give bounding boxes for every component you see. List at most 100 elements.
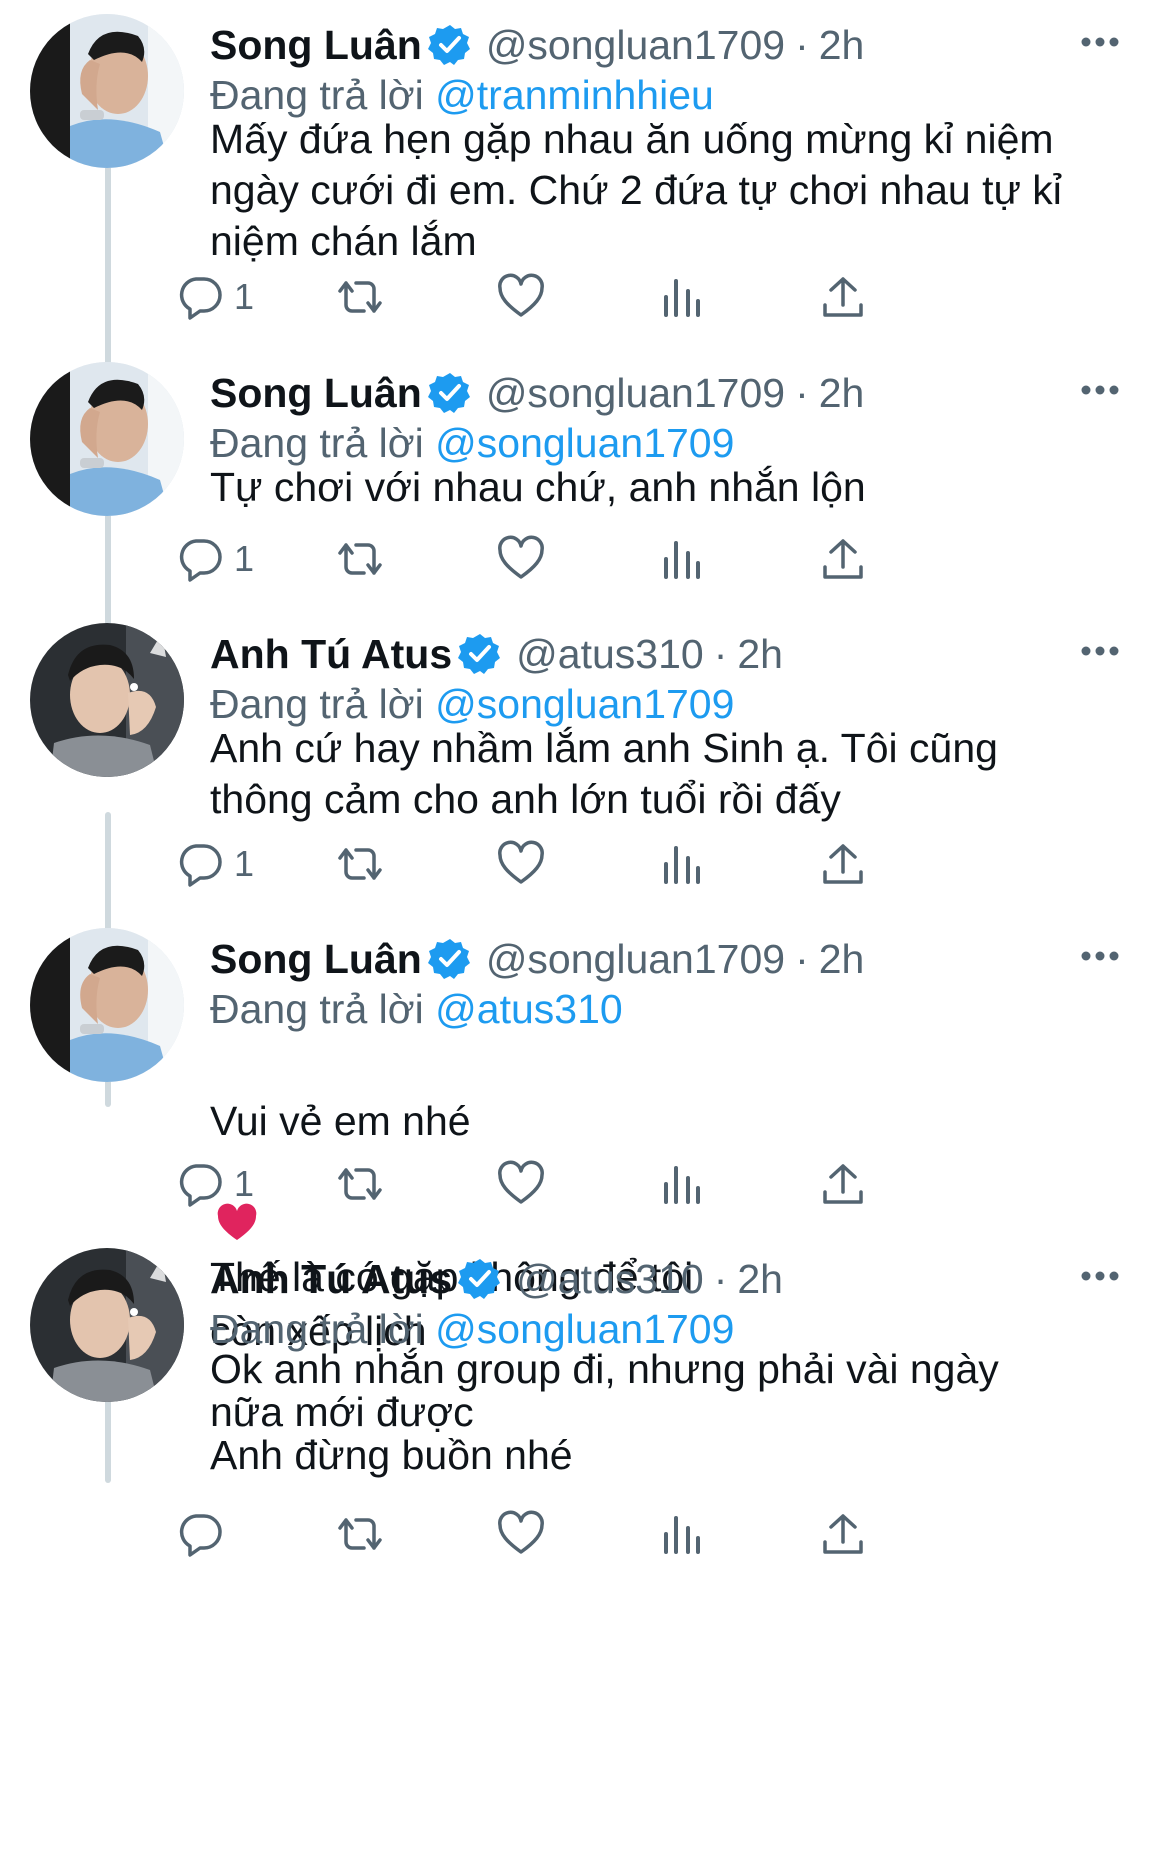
mention-link[interactable]: @tranminhhieu [435, 72, 714, 118]
share-button[interactable] [819, 1154, 867, 1214]
avatar[interactable] [30, 1248, 184, 1402]
tweet-text-part: Vui vẻ em nhé [210, 1098, 471, 1144]
tweet[interactable]: Anh Tú Atus @atus310 · 2h Đang trả lời @… [0, 623, 1170, 933]
display-name[interactable]: Song Luân [210, 366, 422, 420]
views-button[interactable] [658, 834, 706, 894]
retweet-button[interactable] [336, 529, 384, 589]
tweet-text: Mấy đứa hẹn gặp nhau ăn uống mừng kỉ niệ… [210, 116, 1062, 264]
display-name[interactable]: Song Luân [210, 932, 422, 986]
share-upload-icon [823, 1164, 863, 1204]
heart-icon [498, 1510, 544, 1554]
display-name[interactable]: Song Luân [210, 18, 422, 72]
timestamp[interactable]: 2h [819, 366, 865, 420]
views-button[interactable] [658, 1504, 706, 1564]
action-bar: 1 [179, 529, 1090, 589]
timestamp[interactable]: 2h [737, 1252, 783, 1306]
heart-icon [498, 535, 544, 579]
timestamp[interactable]: 2h [819, 932, 865, 986]
reply-count: 1 [234, 276, 255, 317]
tweet[interactable]: Song Luân @songluan1709 · 2h Đang trả lờ… [0, 14, 1170, 374]
avatar[interactable] [30, 362, 184, 516]
anh-tu-avatar-image [30, 623, 184, 777]
bar-chart-icon [664, 1516, 700, 1554]
timestamp[interactable]: 2h [819, 18, 865, 72]
display-name[interactable]: Anh Tú Atus [210, 627, 452, 681]
verified-badge-icon [427, 23, 472, 67]
tweet-header: Anh Tú Atus @atus310 · 2h [210, 1252, 1130, 1306]
like-button[interactable] [497, 834, 545, 894]
views-button[interactable] [658, 267, 706, 327]
heart-icon [498, 1160, 544, 1204]
views-button[interactable] [658, 1154, 706, 1214]
mention-link[interactable]: @atus310 [435, 986, 623, 1032]
reply-count: 1 [234, 1163, 255, 1204]
reply-button[interactable]: 1 [176, 267, 254, 327]
share-button[interactable] [819, 267, 867, 327]
mention-link[interactable]: @songluan1709 [435, 420, 734, 466]
like-button[interactable] [497, 1154, 545, 1214]
retweet-button[interactable] [336, 834, 384, 894]
handle[interactable]: @atus310 [516, 627, 704, 681]
verified-badge-icon [427, 937, 472, 981]
retweet-button[interactable] [336, 267, 384, 327]
separator: · [713, 1256, 728, 1302]
views-button[interactable] [658, 529, 706, 589]
share-upload-icon [823, 539, 863, 579]
reply-button[interactable]: 1 [176, 834, 254, 894]
heart-icon [498, 273, 544, 317]
action-bar: 1 [179, 1154, 1090, 1214]
reply-bubble-icon [179, 1164, 222, 1207]
reply-button[interactable]: 1 [176, 1154, 254, 1214]
handle[interactable]: @songluan1709 [486, 932, 785, 986]
action-bar [179, 1504, 1090, 1564]
tweet[interactable]: Song Luân @songluan1709 · 2h Đang trả lờ… [0, 362, 1170, 662]
more-dots-icon[interactable] [1074, 22, 1126, 62]
reply-prefix: Đang trả lời [210, 986, 424, 1032]
share-button[interactable] [819, 1504, 867, 1564]
more-dots-icon[interactable] [1074, 370, 1126, 410]
tweet-text: Tự chơi với nhau chứ, anh nhắn lộn [210, 464, 866, 510]
bar-chart-icon [664, 541, 700, 579]
tweet-header: Anh Tú Atus @atus310 · 2h [210, 627, 1130, 681]
avatar[interactable] [30, 623, 184, 777]
avatar[interactable] [30, 14, 184, 168]
tweet-header: Song Luân @songluan1709 · 2h [210, 18, 1130, 72]
timestamp[interactable]: 2h [737, 627, 783, 681]
mention-link[interactable]: @songluan1709 [435, 681, 734, 727]
like-button[interactable] [497, 529, 545, 589]
reply-count: 1 [234, 843, 255, 884]
reply-button[interactable]: 1 [176, 529, 254, 589]
song-luan-avatar-image [30, 362, 184, 516]
like-button[interactable] [497, 1504, 545, 1564]
reply-button[interactable] [176, 1504, 234, 1564]
handle[interactable]: @atus310 [516, 1252, 704, 1306]
like-button[interactable] [497, 267, 545, 327]
verified-badge-icon [427, 371, 472, 415]
tweet[interactable]: Song Luân @songluan1709 · 2h Đang trả lờ… [0, 928, 1170, 1354]
more-dots-icon[interactable] [1074, 1256, 1126, 1296]
tweet-header: Song Luân @songluan1709 · 2h [210, 366, 1130, 420]
song-luan-avatar-image [30, 928, 184, 1082]
tweet[interactable]: Anh Tú Atus @atus310 · 2h Đang trả lời @… [0, 1248, 1170, 1858]
retweet-icon [338, 1518, 382, 1550]
separator: · [795, 22, 809, 68]
reply-bubble-icon [179, 1514, 222, 1557]
tweet-text: Anh cứ hay nhầm lắm anh Sinh ạ. Tôi cũng… [210, 725, 998, 822]
handle[interactable]: @songluan1709 [486, 18, 785, 72]
share-button[interactable] [819, 834, 867, 894]
heart-icon [498, 840, 544, 884]
action-bar: 1 [179, 267, 1090, 327]
tweet-text: Ok anh nhắn group đi, nhưng phải vài ngà… [210, 1346, 999, 1478]
share-button[interactable] [819, 529, 867, 589]
handle[interactable]: @songluan1709 [486, 366, 785, 420]
share-upload-icon [823, 844, 863, 884]
retweet-button[interactable] [336, 1504, 384, 1564]
more-dots-icon[interactable] [1074, 631, 1126, 671]
retweet-icon [338, 1168, 382, 1200]
share-upload-icon [823, 1514, 863, 1554]
song-luan-avatar-image [30, 14, 184, 168]
more-dots-icon[interactable] [1074, 936, 1126, 976]
retweet-button[interactable] [336, 1154, 384, 1214]
display-name[interactable]: Anh Tú Atus [210, 1252, 452, 1306]
avatar[interactable] [30, 928, 184, 1082]
